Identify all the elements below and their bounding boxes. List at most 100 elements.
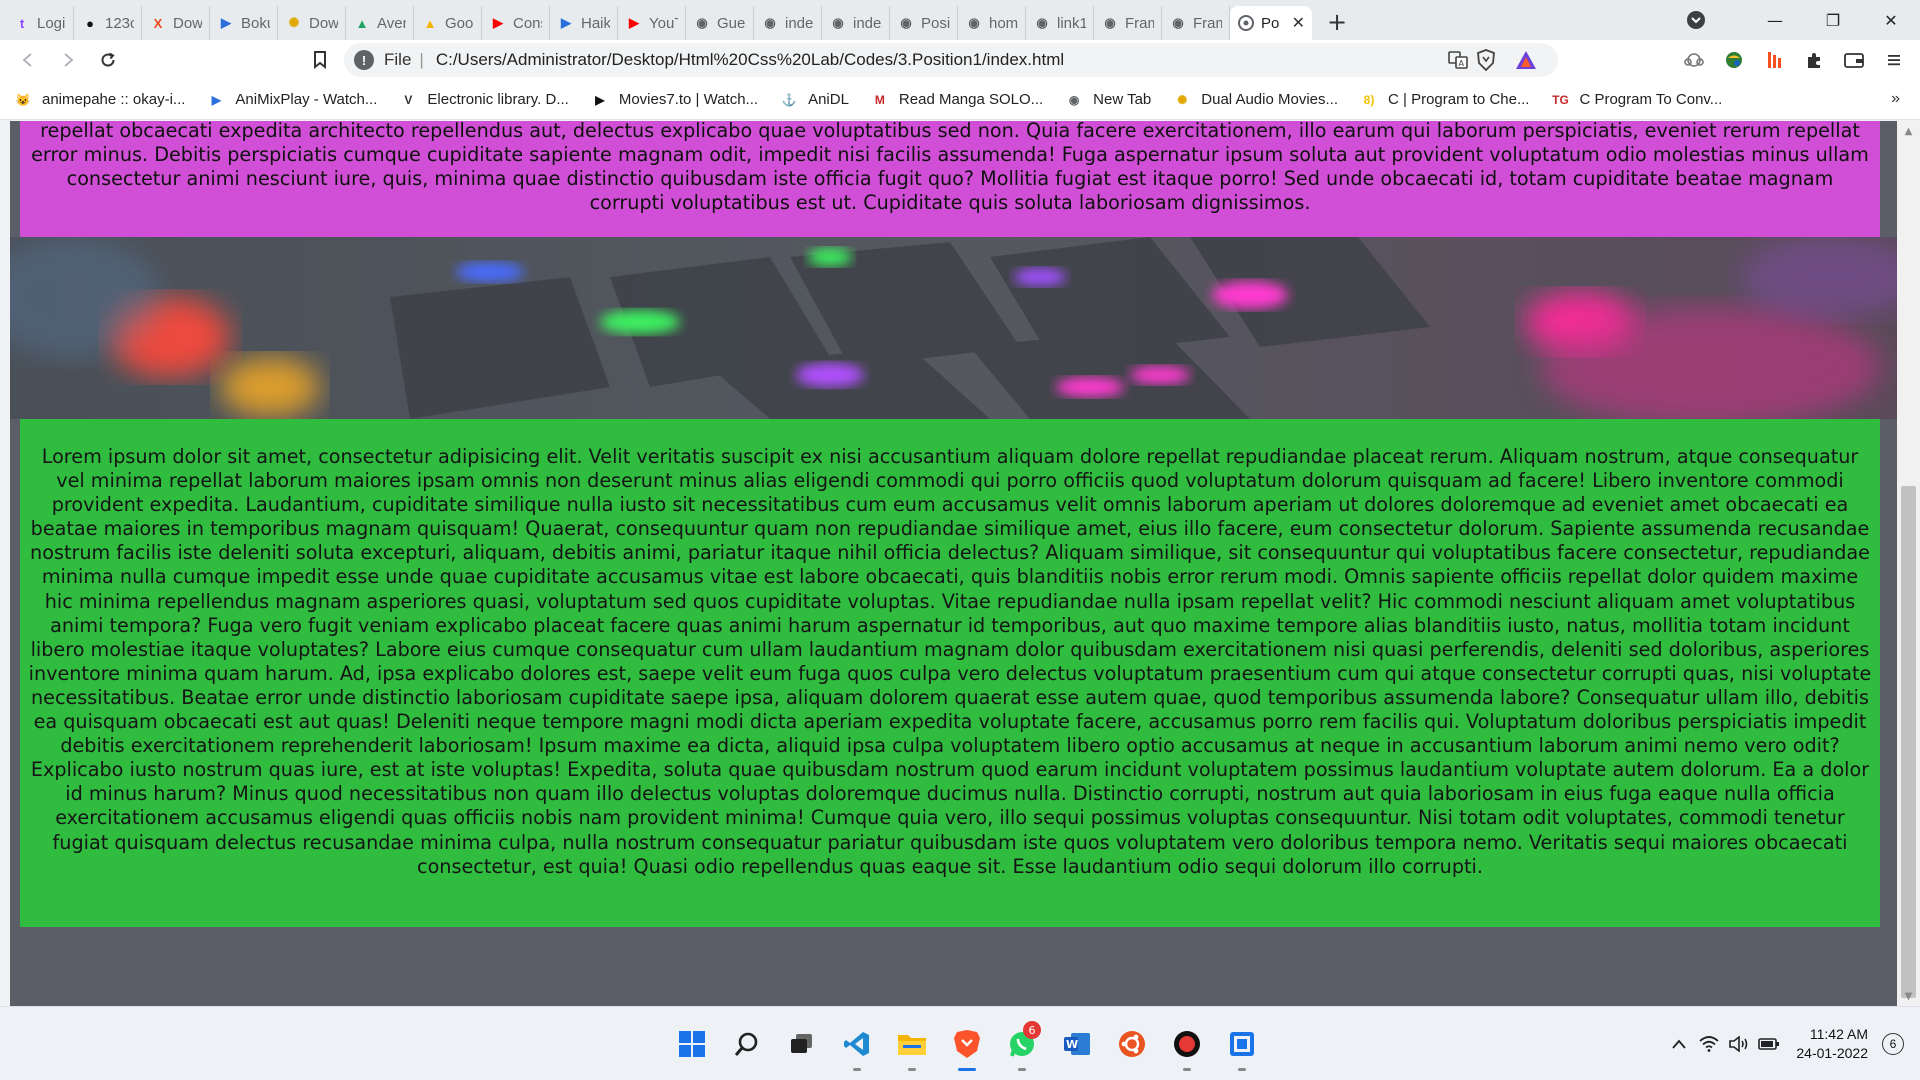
tab-title: index <box>853 14 882 32</box>
minimize-button[interactable]: — <box>1746 0 1804 40</box>
file-explorer-icon[interactable] <box>884 1007 939 1080</box>
tab-9[interactable]: ▶ YouTu <box>618 6 686 40</box>
tab-16[interactable]: ◉ Frame <box>1094 6 1162 40</box>
clock[interactable]: 11:42 AM 24-01-2022 <box>1796 1025 1868 1063</box>
vpn-icon[interactable] <box>1674 40 1714 80</box>
screen-recorder-icon[interactable] <box>1159 1007 1214 1080</box>
keyboard-background-image <box>10 237 1897 419</box>
tab-7[interactable]: ▶ Cons <box>482 6 550 40</box>
scroll-up-arrow-icon[interactable]: ▲ <box>1897 121 1920 141</box>
extension-orange-icon[interactable] <box>1754 40 1794 80</box>
scroll-down-arrow-icon[interactable]: ▼ <box>1897 986 1920 1006</box>
address-bar[interactable]: ! File | C:/Users/Administrator/Desktop/… <box>344 43 1558 77</box>
scrollbar-thumb[interactable] <box>1901 486 1916 998</box>
bee-icon: ✺ <box>288 15 300 30</box>
puzzle-extensions-icon[interactable] <box>1794 40 1834 80</box>
tab-15[interactable]: ◉ link1. <box>1026 6 1094 40</box>
tab-title: Po <box>1261 14 1280 32</box>
battery-icon[interactable] <box>1754 1007 1784 1080</box>
pink-paragraph: repellat obcaecati expedita architecto r… <box>31 121 1869 214</box>
taskbar-apps: 6 W <box>664 1007 1269 1080</box>
snipping-tool-icon[interactable] <box>1214 1007 1269 1080</box>
close-window-button[interactable]: ✕ <box>1862 0 1920 40</box>
tab-2[interactable]: X Down <box>142 6 210 40</box>
bookmark-item[interactable]: ⚓ AniDL <box>780 91 849 109</box>
tab-3[interactable]: ▶ Boku <box>210 6 278 40</box>
tab-search-button[interactable] <box>1676 0 1716 40</box>
tab-title: index <box>785 14 814 32</box>
page-viewport: repellat obcaecati expedita architecto r… <box>10 121 1897 1006</box>
tab-8[interactable]: ▶ Haiky <box>550 6 618 40</box>
whatsapp-badge: 6 <box>1023 1021 1041 1039</box>
word-icon[interactable]: W <box>1049 1007 1104 1080</box>
bookmark-item[interactable]: TG C Program To Conv... <box>1551 91 1722 109</box>
tab-11[interactable]: ◉ index <box>754 6 822 40</box>
tab-list: t Login ● 123ch X Down ▶ Boku ✺ Down ▲ Aveng ▲ Goog ▶ C… <box>6 0 1230 40</box>
zlibrary-icon: V <box>404 92 413 107</box>
windows-taskbar: 6 W 11:42 AM 24-01-2022 6 <box>0 1006 1920 1080</box>
tab-14[interactable]: ◉ home <box>958 6 1026 40</box>
bookmark-item[interactable]: ◉ New Tab <box>1065 91 1151 109</box>
globe-icon: ◉ <box>832 15 844 30</box>
bookmark-label: Read Manga SOLO... <box>898 91 1044 108</box>
tab-1[interactable]: ● 123ch <box>74 6 142 40</box>
volume-icon[interactable] <box>1724 1007 1754 1080</box>
globe-icon <box>1237 14 1255 32</box>
brave-shields-icon[interactable] <box>1466 40 1506 80</box>
reload-icon <box>101 52 115 67</box>
bookmarks-overflow-icon[interactable]: » <box>1891 90 1900 108</box>
bookmark-page-button[interactable] <box>300 40 340 80</box>
tab-13[interactable]: ◉ Positi <box>890 6 958 40</box>
close-tab-icon[interactable]: ✕ <box>1292 13 1305 33</box>
reload-button[interactable] <box>88 40 128 80</box>
new-tab-button[interactable]: + <box>1318 5 1356 39</box>
page-scrollbar[interactable]: ▲ ▼ <box>1897 121 1920 1006</box>
tab-5[interactable]: ▲ Aveng <box>346 6 414 40</box>
globe-icon: ◉ <box>1036 15 1048 30</box>
task-view-icon[interactable] <box>774 1007 829 1080</box>
ubuntu-icon[interactable] <box>1104 1007 1159 1080</box>
brave-rewards-icon[interactable] <box>1506 40 1546 80</box>
bookmark-label: C Program To Conv... <box>1579 91 1723 108</box>
active-indicator <box>957 1068 976 1071</box>
vscode-icon[interactable] <box>829 1007 884 1080</box>
forward-button[interactable] <box>48 40 88 80</box>
bookmark-label: AniMixPlay - Watch... <box>235 91 378 108</box>
chevron-up-icon[interactable] <box>1664 1007 1694 1080</box>
tab-10[interactable]: ◉ Guess <box>686 6 754 40</box>
site-info-icon[interactable]: ! <box>354 50 374 70</box>
rgb-keyboard-photo <box>10 237 1897 419</box>
back-button[interactable] <box>8 40 48 80</box>
forward-arrow-icon <box>64 53 74 67</box>
tab-4[interactable]: ✺ Down <box>278 6 346 40</box>
bookmark-label: AniDL <box>808 91 849 108</box>
translate-icon[interactable]: A <box>1448 50 1468 75</box>
menu-icon[interactable] <box>1874 40 1914 80</box>
tab-17[interactable]: ◉ Frame <box>1162 6 1230 40</box>
tab-0[interactable]: t Login <box>6 6 74 40</box>
whatsapp-icon[interactable]: 6 <box>994 1007 1049 1080</box>
bookmark-label: Electronic library. D... <box>427 91 569 108</box>
search-icon[interactable] <box>719 1007 774 1080</box>
extension-globe-icon[interactable] <box>1714 40 1754 80</box>
tab-6[interactable]: ▲ Goog <box>414 6 482 40</box>
wallet-icon[interactable] <box>1834 40 1874 80</box>
bookmark-item[interactable]: M Read Manga SOLO... <box>871 91 1043 109</box>
wifi-icon[interactable] <box>1694 1007 1724 1080</box>
bookmark-item[interactable]: ✺ Dual Audio Movies... <box>1173 91 1338 109</box>
tab-active[interactable]: Po ✕ <box>1230 6 1312 40</box>
windows-start-icon[interactable] <box>664 1007 719 1080</box>
bookmark-item[interactable]: 😺 animepahe :: okay-i... <box>14 91 186 109</box>
bookmark-item[interactable]: 8) C | Program to Che... <box>1360 91 1530 109</box>
chevron-down-icon <box>1687 11 1705 29</box>
bookmark-item[interactable]: ▶ Movies7.to | Watch... <box>591 91 758 109</box>
url-text[interactable]: C:/Users/Administrator/Desktop/Html%20Cs… <box>436 50 1064 70</box>
notification-center-button[interactable]: 6 <box>1882 1033 1904 1055</box>
bookmark-item[interactable]: V Electronic library. D... <box>399 91 568 109</box>
bookmark-item[interactable]: ▶ AniMixPlay - Watch... <box>207 91 378 109</box>
brave-icon[interactable] <box>939 1007 994 1080</box>
bookmark-label: animepahe :: okay-i... <box>42 91 186 108</box>
maximize-button[interactable]: ❐ <box>1804 0 1862 40</box>
back-arrow-icon <box>22 53 32 67</box>
tab-12[interactable]: ◉ index <box>822 6 890 40</box>
